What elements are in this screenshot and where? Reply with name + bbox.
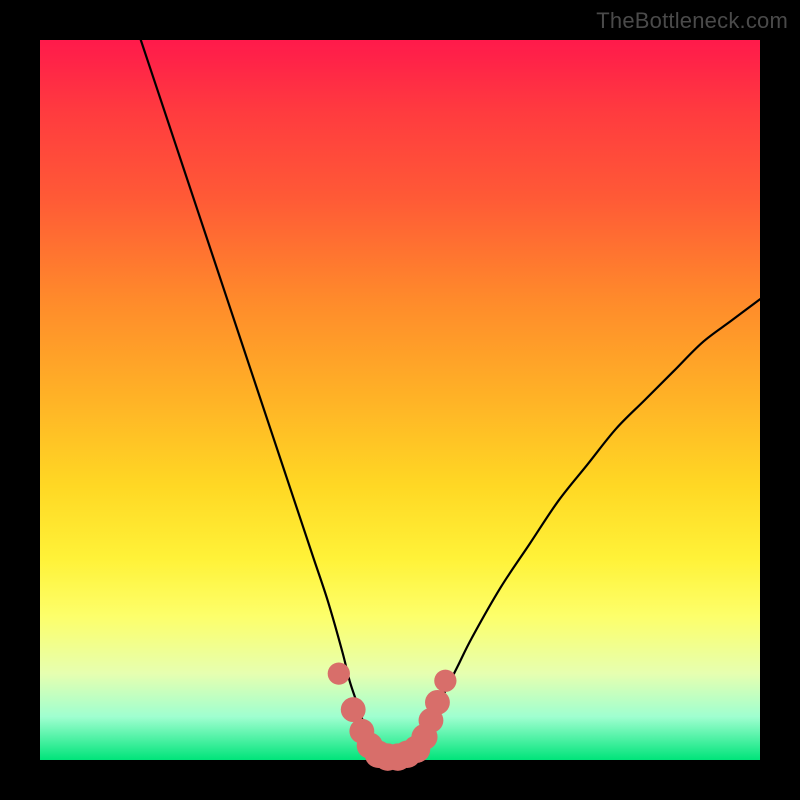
curve-marker xyxy=(425,690,450,715)
curve-svg xyxy=(40,40,760,760)
watermark-text: TheBottleneck.com xyxy=(596,8,788,34)
chart-frame: TheBottleneck.com xyxy=(0,0,800,800)
marker-group xyxy=(328,662,457,770)
curve-marker xyxy=(341,697,366,722)
curve-marker xyxy=(328,662,350,684)
plot-area xyxy=(40,40,760,760)
bottleneck-curve xyxy=(141,40,760,757)
curve-marker xyxy=(434,670,456,692)
